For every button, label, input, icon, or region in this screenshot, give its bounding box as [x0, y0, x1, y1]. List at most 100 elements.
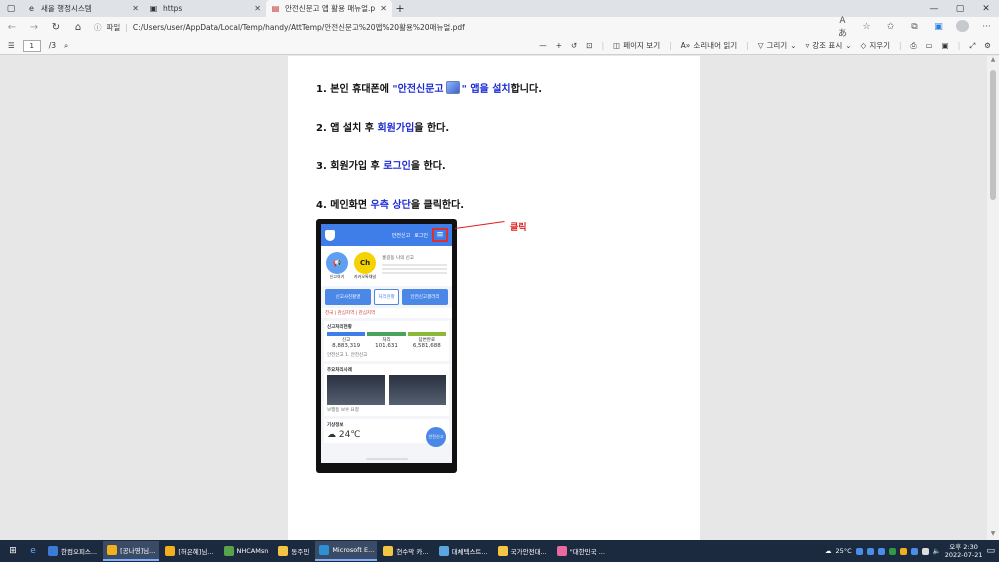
close-window-icon[interactable]: ✕ — [973, 0, 999, 17]
vertical-scrollbar[interactable]: ▲ ▼ — [987, 56, 999, 540]
taskbar-app[interactable]: [허은혜]님... — [161, 541, 217, 561]
fullscreen-icon[interactable]: ⤢ — [969, 41, 975, 51]
callout-label: 클릭 — [510, 223, 527, 233]
scroll-up-icon[interactable]: ▲ — [987, 56, 999, 66]
scroll-down-icon[interactable]: ▼ — [987, 530, 999, 540]
clock-date: 2022-07-21 — [944, 551, 983, 559]
volume-icon[interactable]: 🔈 — [933, 547, 941, 555]
taskbar-app[interactable]: 동주민 — [274, 541, 313, 561]
pdf-icon: ▤ — [271, 4, 280, 13]
chevron-down-icon[interactable]: ⌄ — [845, 41, 851, 50]
step-3: 3. 회원가입 후 로그인을 한다. — [316, 157, 446, 172]
maximize-icon[interactable]: ▢ — [947, 0, 973, 17]
read-mode-icon[interactable]: Aあ — [836, 16, 849, 39]
tray-icon[interactable] — [866, 547, 874, 555]
case-photo — [327, 375, 385, 405]
read-aloud-button[interactable]: A» 소리내어 읽기 — [681, 40, 738, 51]
taskbar-app-label: [공나영]님... — [120, 547, 156, 555]
save-as-icon[interactable]: ▣ — [942, 41, 949, 50]
fit-page-icon[interactable]: ⊡ — [586, 41, 592, 50]
forward-icon[interactable]: → — [28, 22, 40, 33]
collections-icon[interactable]: ⧉ — [908, 22, 921, 32]
taskbar-app[interactable]: 현수막 카... — [379, 541, 432, 561]
chevron-down-icon[interactable]: ⌄ — [790, 41, 796, 50]
new-tab-button[interactable]: + — [392, 0, 408, 17]
windows-start-icon[interactable]: ⊞ — [4, 546, 22, 556]
save-icon[interactable]: ▭ — [926, 41, 933, 50]
home-icon[interactable]: ⌂ — [72, 22, 84, 33]
tab-3[interactable]: ▤ 안전신문고 앱 활용 매뉴얼.pdf ✕ — [266, 0, 392, 17]
profile-avatar[interactable] — [956, 19, 969, 35]
tab-2[interactable]: ▣ https ✕ — [144, 0, 266, 17]
notification-icon[interactable]: ▭ — [986, 546, 995, 556]
step-highlight: " 앱을 설치 — [461, 84, 511, 95]
favorites-list-icon[interactable]: ✩ — [884, 22, 897, 32]
taskbar-app-label: 국가안전대... — [510, 548, 547, 556]
divider: | — [669, 41, 672, 50]
taskbar-app-label: 한컴오피스... — [61, 548, 98, 556]
more-icon[interactable]: ··· — [980, 22, 993, 32]
temperature: 24℃ — [338, 430, 361, 440]
taskbar-app[interactable]: NHCAMsn — [220, 541, 273, 561]
clock[interactable]: 오후 2:30 2022-07-21 — [945, 543, 983, 559]
tab-actions-icon[interactable]: ▢ — [0, 0, 22, 17]
tray-icon[interactable] — [855, 547, 863, 555]
step-highlight: 우측 상단 — [370, 200, 411, 211]
taskbar-app[interactable]: 한컴오피스... — [44, 541, 101, 561]
tray-icon[interactable] — [877, 547, 885, 555]
page-view-button[interactable]: ◫ 페이지 보기 — [613, 40, 660, 51]
tray-icon[interactable] — [921, 547, 929, 555]
taskbar-app[interactable]: [공나영]님... — [103, 541, 160, 561]
search-icon[interactable]: ⌕ — [64, 41, 68, 51]
report-shortcut: 📢 신고하기 — [326, 252, 348, 280]
taskbar-app[interactable]: 국가안전대... — [494, 541, 551, 561]
url-field[interactable]: ⓘ 파일 | C:/Users/user/AppData/Local/Temp/… — [94, 19, 826, 35]
favorite-icon[interactable]: ☆ — [860, 22, 873, 32]
refresh-icon[interactable]: ↻ — [50, 22, 62, 33]
back-icon[interactable]: ← — [6, 22, 18, 33]
rotate-icon[interactable]: ↺ — [571, 41, 577, 50]
taskbar-app-label: "대한민국 ... — [569, 548, 605, 556]
minimize-icon[interactable]: — — [921, 0, 947, 17]
divider: | — [746, 41, 749, 50]
zoom-in-button[interactable]: + — [556, 41, 562, 50]
page-number-input[interactable]: 1 — [22, 39, 41, 52]
zoom-out-button[interactable]: — — [539, 41, 547, 50]
step-text: 을 한다. — [410, 161, 446, 172]
user-summary: 홍길동 나의 신고 — [382, 256, 447, 276]
stats-row: 신고 8,883,319 처리 101,631 답변완료 6,581,688 — [327, 332, 446, 349]
weather-text[interactable]: 25°C — [836, 547, 852, 555]
taskbar-app[interactable]: Microsoft E... — [315, 541, 378, 561]
erase-button[interactable]: ◇ 지우기 — [861, 40, 890, 51]
contents-icon[interactable]: ☰ — [8, 41, 15, 50]
taskbar-app[interactable]: "대한민국 ... — [553, 541, 609, 561]
taskbar-app[interactable]: 대체텍스트... — [435, 541, 492, 561]
read-aloud-icon: A» — [680, 41, 691, 50]
pdf-viewport[interactable]: 1. 본인 휴대폰에 "안전신문고 " 앱을 설치합니다. 2. 앱 설치 후 회… — [0, 56, 987, 540]
print-icon[interactable]: ⎙ — [911, 41, 917, 51]
tab-1[interactable]: e 새올 행정시스템 ✕ — [22, 0, 144, 17]
close-icon[interactable]: ✕ — [132, 4, 139, 13]
draw-button[interactable]: ▽ 그리기 ⌄ — [758, 40, 797, 51]
extension-icon[interactable]: ▣ — [932, 22, 945, 32]
clock-time: 오후 2:30 — [949, 543, 978, 551]
close-icon[interactable]: ✕ — [380, 4, 387, 13]
taskbar-app-label: 대체텍스트... — [451, 548, 488, 556]
settings-icon[interactable]: ⚙ — [984, 41, 991, 50]
close-icon[interactable]: ✕ — [254, 4, 261, 13]
ie-icon[interactable]: e — [24, 546, 42, 556]
scroll-thumb[interactable] — [990, 70, 996, 200]
app-icon — [556, 546, 567, 556]
divider: | — [601, 41, 605, 50]
edge-icon: e — [29, 4, 34, 13]
weather-icon[interactable]: ☁ — [825, 547, 832, 555]
step-text: 3. 회원가입 후 — [316, 161, 384, 172]
draw-label: 그리기 — [766, 41, 788, 50]
tray-icon[interactable] — [888, 547, 896, 555]
gallery-button: 안전신고갤러리 — [402, 289, 448, 305]
taskbar: ⊞ e 한컴오피스... [공나영]님... [허은혜]님... NHCAMsn 동주민… — [0, 540, 999, 562]
info-icon[interactable]: ⓘ — [94, 22, 102, 33]
highlight-button[interactable]: ▿ 강조 표시 ⌄ — [805, 40, 851, 51]
tray-icon[interactable] — [910, 547, 918, 555]
tray-icon[interactable] — [899, 547, 907, 555]
